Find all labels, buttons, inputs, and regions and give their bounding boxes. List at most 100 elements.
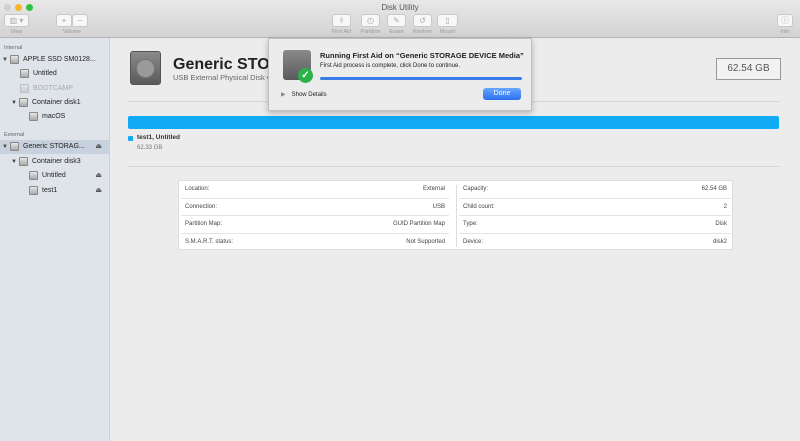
- info-row: Child count: 2: [459, 199, 731, 216]
- volume-icon: [29, 185, 38, 195]
- mount-button[interactable]: ▯: [437, 14, 458, 27]
- info-key: Device:: [463, 238, 484, 245]
- item-label: APPLE SSD SM0128...: [23, 56, 96, 63]
- sidebar-icon: ▥ ▾: [9, 16, 24, 25]
- sidebar-item-untitled[interactable]: Untitled: [0, 67, 110, 81]
- remove-volume-button[interactable]: −: [72, 14, 88, 27]
- info-value: Not Supported: [406, 238, 445, 245]
- legend-size: 62.33 GB: [137, 145, 163, 151]
- item-label: BOOTCAMP: [33, 85, 74, 92]
- sidebar-item-macos[interactable]: macOS: [0, 110, 110, 124]
- info-value: disk2: [712, 238, 727, 245]
- disk-size-box: 62.54 GB: [716, 58, 781, 80]
- legend-swatch: [128, 136, 133, 141]
- mount-label: Mount: [439, 29, 456, 35]
- partition-icon: ◴: [367, 16, 374, 25]
- eject-icon[interactable]: ⏏: [95, 169, 102, 183]
- info-key: Connection:: [185, 203, 218, 210]
- partition-button[interactable]: ◴: [361, 14, 380, 27]
- first-aid-button[interactable]: ⚕: [332, 14, 351, 27]
- item-label: macOS: [42, 113, 66, 120]
- legend-name: test1, Untitled: [137, 134, 180, 141]
- restore-icon: ↺: [419, 16, 426, 25]
- disclosure-triangle-icon: ▶: [281, 92, 286, 98]
- item-label: Untitled: [33, 70, 57, 77]
- erase-label: Erase: [389, 29, 404, 35]
- info-value: 62.54 GB: [701, 186, 727, 192]
- info-row: S.M.A.R.T. status: Not Supported: [181, 234, 449, 252]
- first-aid-label: First Aid: [331, 29, 352, 35]
- item-label: Generic STORAG...: [23, 143, 85, 150]
- info-row: Location: External: [181, 181, 449, 199]
- item-label: Container disk3: [32, 158, 81, 165]
- first-aid-dialog: ✓ Running First Aid on “Generic STORAGE …: [268, 38, 532, 111]
- stethoscope-icon: ⚕: [339, 16, 344, 25]
- divider: [128, 166, 780, 167]
- view-label: View: [10, 29, 23, 35]
- volume-label: Volume: [62, 29, 82, 35]
- restore-button[interactable]: ↺: [413, 14, 432, 27]
- info-key: Type:: [463, 221, 478, 227]
- section-external: External: [4, 132, 25, 138]
- sidebar: Internal ▼ APPLE SSD SM0128... Untitled B…: [0, 38, 110, 441]
- show-details-label: Show Details: [291, 92, 327, 98]
- dialog-message: First Aid process is complete, click Don…: [320, 63, 461, 69]
- disk-icon: [10, 54, 19, 64]
- erase-icon: ✎: [393, 16, 400, 25]
- volume-icon: [29, 111, 38, 121]
- info-row: Capacity: 62.54 GB: [459, 181, 731, 199]
- info-key: Location:: [185, 186, 210, 192]
- info-value: Disk: [715, 221, 727, 227]
- volume-icon: [29, 170, 38, 180]
- info-key: Child count:: [463, 203, 495, 210]
- show-details-toggle[interactable]: ▶ Show Details: [281, 91, 327, 98]
- info-key: S.M.A.R.T. status:: [185, 238, 234, 245]
- done-button[interactable]: Done: [483, 88, 521, 100]
- mount-icon: ▯: [445, 16, 450, 25]
- info-row: Type: Disk: [459, 216, 731, 234]
- partition-bar: [128, 116, 779, 129]
- view-button[interactable]: ▥ ▾: [4, 14, 29, 27]
- progress-fill: [320, 77, 522, 80]
- info-value: USB: [432, 203, 445, 210]
- eject-icon[interactable]: ⏏: [95, 140, 102, 154]
- disk-header-icon: [130, 51, 161, 85]
- container-icon: [19, 97, 28, 107]
- section-internal: Internal: [4, 45, 23, 51]
- info-row: Connection: USB: [181, 199, 449, 216]
- window-title: Disk Utility: [381, 3, 419, 12]
- sidebar-item-container-disk3[interactable]: ▼ Container disk3: [0, 155, 110, 169]
- info-key: Capacity:: [463, 186, 489, 192]
- info-value: 2: [723, 203, 727, 210]
- item-label: Untitled: [42, 172, 66, 179]
- sidebar-item-container-disk1[interactable]: ▼ Container disk1: [0, 96, 110, 110]
- info-label: Info: [780, 29, 790, 35]
- toolbar: Disk Utility ▥ ▾ View + − Volume ⚕ First…: [0, 0, 800, 38]
- sidebar-item-bootcamp[interactable]: BOOTCAMP: [0, 82, 110, 96]
- info-button[interactable]: ⓘ: [777, 14, 793, 27]
- info-table: Location: External Connection: USB Partition…: [178, 180, 733, 250]
- partition-label: Partition: [360, 29, 381, 35]
- info-key: Partition Map:: [185, 221, 223, 227]
- sidebar-item-generic-storage[interactable]: ▼ Generic STORAG... ⏏: [0, 140, 110, 154]
- erase-button[interactable]: ✎: [387, 14, 406, 27]
- info-value: External: [422, 186, 445, 192]
- info-icon: ⓘ: [781, 16, 789, 25]
- info-row: Device: disk2: [459, 234, 731, 252]
- sidebar-item-test1[interactable]: test1 ⏏: [0, 184, 110, 198]
- sidebar-item-untitled-ext[interactable]: Untitled ⏏: [0, 169, 110, 183]
- eject-icon[interactable]: ⏏: [95, 184, 102, 198]
- info-row: Partition Map: GUID Partition Map: [181, 216, 449, 234]
- sidebar-item-apple-ssd[interactable]: ▼ APPLE SSD SM0128...: [0, 53, 110, 67]
- info-value: GUID Partition Map: [392, 221, 445, 227]
- dialog-title: Running First Aid on “Generic STORAGE DE…: [320, 51, 524, 60]
- volume-icon: [20, 83, 29, 93]
- checkmark-icon: ✓: [298, 68, 313, 83]
- disk-icon: [10, 141, 19, 151]
- volume-icon: [20, 68, 29, 78]
- add-volume-button[interactable]: +: [56, 14, 72, 27]
- progress-bar: [320, 77, 522, 80]
- item-label: test1: [42, 187, 58, 194]
- item-label: Container disk1: [32, 99, 81, 106]
- container-icon: [19, 156, 28, 166]
